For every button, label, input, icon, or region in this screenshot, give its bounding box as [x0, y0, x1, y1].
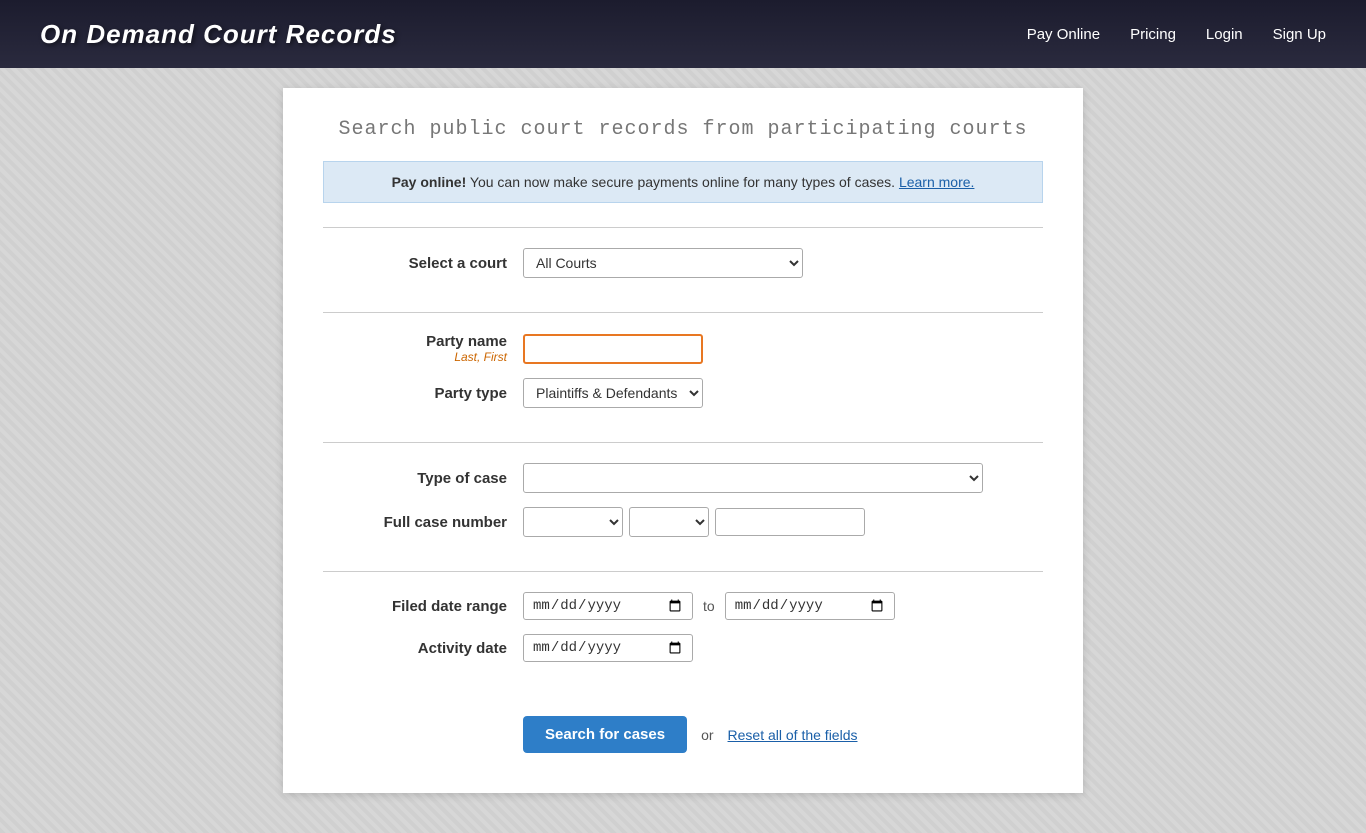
- case-num-type-select[interactable]: [629, 507, 709, 537]
- nav-login[interactable]: Login: [1206, 26, 1243, 43]
- court-section: Select a court All Courts: [323, 227, 1043, 312]
- court-select[interactable]: All Courts: [523, 248, 803, 278]
- activity-date-row: Activity date: [323, 634, 1043, 662]
- activity-date-label: Activity date: [323, 640, 523, 657]
- main-card: Search public court records from partici…: [283, 88, 1083, 793]
- reset-button[interactable]: Reset all of the fields: [728, 727, 858, 743]
- page-title: Search public court records from partici…: [323, 118, 1043, 141]
- party-name-label: Party name Last, First: [323, 333, 523, 364]
- nav-pricing[interactable]: Pricing: [1130, 26, 1176, 43]
- party-section: Party name Last, First Party type Plaint…: [323, 312, 1043, 442]
- form-actions: Search for cases or Reset all of the fie…: [523, 696, 1043, 753]
- page-wrapper: Search public court records from partici…: [0, 68, 1366, 833]
- alert-learn-more-link[interactable]: Learn more.: [899, 174, 974, 190]
- filed-date-row: Filed date range to: [323, 592, 1043, 620]
- filed-date-label: Filed date range: [323, 598, 523, 615]
- filed-date-range: to: [523, 592, 895, 620]
- activity-date-input[interactable]: [523, 634, 693, 662]
- nav-pay-online[interactable]: Pay Online: [1027, 26, 1100, 43]
- dates-section: Filed date range to Activity date: [323, 571, 1043, 696]
- alert-banner: Pay online! You can now make secure paym…: [323, 161, 1043, 203]
- case-section: Type of case Full case number: [323, 442, 1043, 571]
- alert-text: You can now make secure payments online …: [466, 174, 899, 190]
- filed-date-start[interactable]: [523, 592, 693, 620]
- filed-date-end[interactable]: [725, 592, 895, 620]
- search-button[interactable]: Search for cases: [523, 716, 687, 753]
- nav-links: Pay Online Pricing Login Sign Up: [1027, 26, 1326, 43]
- case-type-select[interactable]: [523, 463, 983, 493]
- case-number-label: Full case number: [323, 514, 523, 531]
- party-name-row: Party name Last, First: [323, 333, 1043, 364]
- alert-bold: Pay online!: [392, 174, 467, 190]
- party-name-input[interactable]: [523, 334, 703, 364]
- case-type-label: Type of case: [323, 470, 523, 487]
- case-num-part-select[interactable]: [523, 507, 623, 537]
- party-type-label: Party type: [323, 385, 523, 402]
- case-num-text-input[interactable]: [715, 508, 865, 536]
- case-type-row: Type of case: [323, 463, 1043, 493]
- reset-prefix: or: [701, 727, 713, 743]
- navbar: On Demand Court Records Pay Online Prici…: [0, 0, 1366, 68]
- case-number-row: Full case number: [323, 507, 1043, 537]
- court-row: Select a court All Courts: [323, 248, 1043, 278]
- court-label: Select a court: [323, 255, 523, 272]
- site-brand: On Demand Court Records: [40, 19, 1027, 50]
- nav-signup[interactable]: Sign Up: [1273, 26, 1326, 43]
- party-name-sub: Last, First: [323, 350, 507, 364]
- date-separator: to: [703, 598, 715, 614]
- party-type-select[interactable]: Plaintiffs & Defendants Plaintiffs Defen…: [523, 378, 703, 408]
- party-type-row: Party type Plaintiffs & Defendants Plain…: [323, 378, 1043, 408]
- case-number-group: [523, 507, 865, 537]
